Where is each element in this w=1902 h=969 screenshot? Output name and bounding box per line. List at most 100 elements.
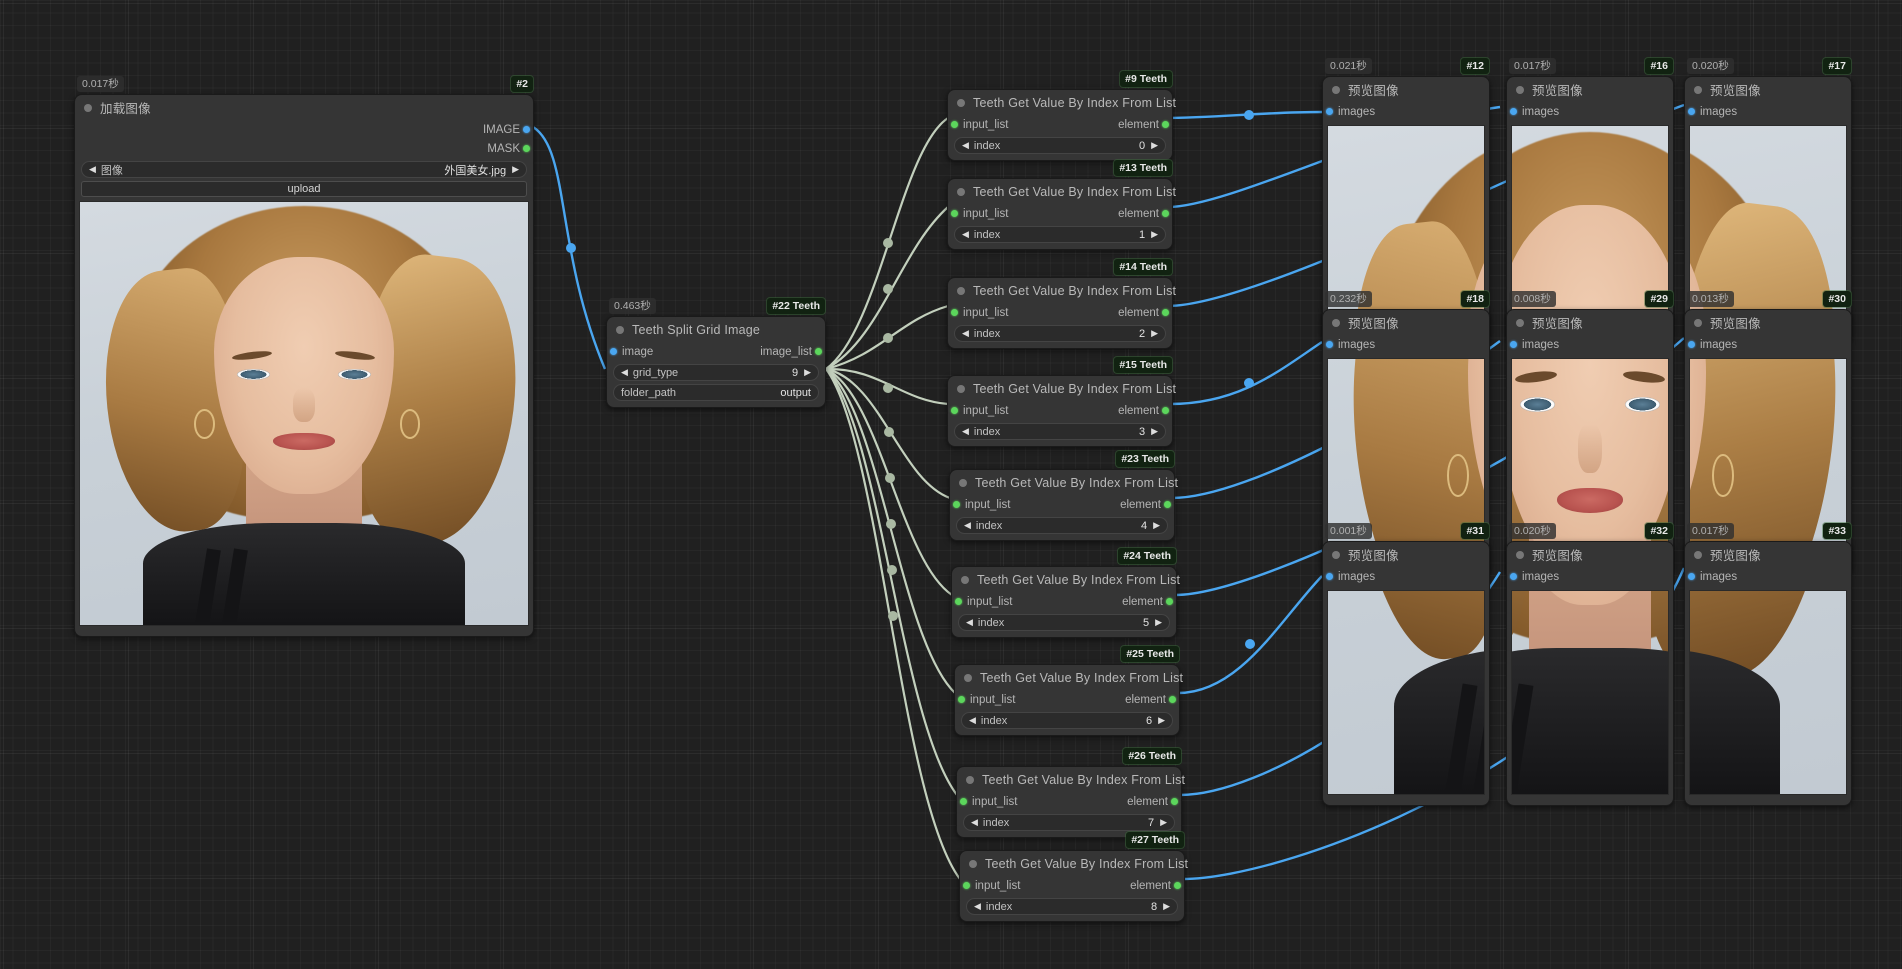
chevron-left-icon[interactable]: ◀ bbox=[974, 902, 981, 911]
collapse-dot-icon[interactable] bbox=[957, 98, 965, 107]
input-dot-list-icon[interactable] bbox=[955, 598, 962, 605]
output-dot-element-icon[interactable] bbox=[1162, 210, 1169, 217]
output-slot-image[interactable]: IMAGE bbox=[75, 120, 533, 139]
node-get-value-by-index[interactable]: #27 Teeth Teeth Get Value By Index From … bbox=[959, 832, 1188, 922]
chevron-right-icon[interactable]: ▶ bbox=[1151, 141, 1158, 150]
output-dot-element-icon[interactable] bbox=[1169, 696, 1176, 703]
collapse-dot-icon[interactable] bbox=[1516, 318, 1524, 327]
output-dot-element-icon[interactable] bbox=[1162, 309, 1169, 316]
node-get-value-by-index[interactable]: #23 Teeth Teeth Get Value By Index From … bbox=[949, 451, 1178, 541]
image-preview-tile[interactable] bbox=[1327, 590, 1485, 795]
slot-row-input-list[interactable]: input_list element bbox=[950, 495, 1174, 514]
collapse-dot-icon[interactable] bbox=[1694, 318, 1702, 327]
node-preview-image[interactable]: 0.017秒 #33 预览图像 images bbox=[1684, 523, 1852, 806]
chevron-left-icon[interactable]: ◀ bbox=[89, 165, 96, 174]
output-dot-element-icon[interactable] bbox=[1174, 882, 1181, 889]
input-dot-list-icon[interactable] bbox=[963, 882, 970, 889]
slot-row-images[interactable]: images bbox=[1323, 567, 1489, 586]
chevron-left-icon[interactable]: ◀ bbox=[621, 368, 628, 377]
widget-index[interactable]: ◀ index 5 ▶ bbox=[958, 614, 1170, 631]
collapse-dot-icon[interactable] bbox=[964, 673, 972, 682]
node-get-value-by-index[interactable]: #26 Teeth Teeth Get Value By Index From … bbox=[956, 748, 1185, 838]
input-dot-image-icon[interactable] bbox=[610, 348, 617, 355]
slot-row-input-list[interactable]: input_list element bbox=[957, 792, 1181, 811]
collapse-dot-icon[interactable] bbox=[957, 187, 965, 196]
collapse-dot-icon[interactable] bbox=[616, 325, 624, 334]
widget-index[interactable]: ◀ index 2 ▶ bbox=[954, 325, 1166, 342]
slot-row-input-list[interactable]: input_list element bbox=[948, 401, 1172, 420]
upload-button[interactable]: upload bbox=[81, 181, 527, 197]
widget-index[interactable]: ◀ index 1 ▶ bbox=[954, 226, 1166, 243]
collapse-dot-icon[interactable] bbox=[1516, 85, 1524, 94]
input-dot-list-icon[interactable] bbox=[953, 501, 960, 508]
collapse-dot-icon[interactable] bbox=[1332, 550, 1340, 559]
node-get-value-by-index[interactable]: #9 Teeth Teeth Get Value By Index From L… bbox=[947, 71, 1176, 161]
collapse-dot-icon[interactable] bbox=[959, 478, 967, 487]
widget-index[interactable]: ◀ index 4 ▶ bbox=[956, 517, 1168, 534]
input-dot-images-icon[interactable] bbox=[1510, 573, 1517, 580]
chevron-left-icon[interactable]: ◀ bbox=[962, 329, 969, 338]
widget-folder-path[interactable]: folder_path output bbox=[613, 384, 819, 401]
collapse-dot-icon[interactable] bbox=[1694, 85, 1702, 94]
collapse-dot-icon[interactable] bbox=[966, 775, 974, 784]
chevron-right-icon[interactable]: ▶ bbox=[804, 368, 811, 377]
widget-image-combo[interactable]: ◀ 图像 外国美女.jpg ▶ bbox=[81, 161, 527, 178]
widget-index[interactable]: ◀ index 3 ▶ bbox=[954, 423, 1166, 440]
output-dot-image-list-icon[interactable] bbox=[815, 348, 822, 355]
slot-row-input-list[interactable]: input_list element bbox=[952, 592, 1176, 611]
chevron-right-icon[interactable]: ▶ bbox=[1163, 902, 1170, 911]
output-dot-mask-icon[interactable] bbox=[523, 145, 530, 152]
node-split-grid-image[interactable]: 0.463秒 #22 Teeth Teeth Split Grid Image … bbox=[606, 298, 826, 408]
input-dot-images-icon[interactable] bbox=[1688, 573, 1695, 580]
slot-row-input-list[interactable]: input_list element bbox=[948, 204, 1172, 223]
widget-index[interactable]: ◀ index 8 ▶ bbox=[966, 898, 1178, 915]
collapse-dot-icon[interactable] bbox=[1332, 85, 1340, 94]
collapse-dot-icon[interactable] bbox=[957, 384, 965, 393]
slot-row-input-list[interactable]: input_list element bbox=[948, 303, 1172, 322]
slot-row-images[interactable]: images bbox=[1507, 335, 1673, 354]
slot-row-images[interactable]: images bbox=[1507, 567, 1673, 586]
input-dot-images-icon[interactable] bbox=[1688, 341, 1695, 348]
collapse-dot-icon[interactable] bbox=[969, 859, 977, 868]
chevron-right-icon[interactable]: ▶ bbox=[1151, 329, 1158, 338]
image-preview-tile[interactable] bbox=[1511, 590, 1669, 795]
node-get-value-by-index[interactable]: #13 Teeth Teeth Get Value By Index From … bbox=[947, 160, 1176, 250]
slot-row-input-list[interactable]: input_list element bbox=[960, 876, 1184, 895]
chevron-right-icon[interactable]: ▶ bbox=[1155, 618, 1162, 627]
node-preview-image[interactable]: 0.020秒 #32 预览图像 images bbox=[1506, 523, 1674, 806]
output-dot-element-icon[interactable] bbox=[1162, 121, 1169, 128]
chevron-left-icon[interactable]: ◀ bbox=[966, 618, 973, 627]
chevron-left-icon[interactable]: ◀ bbox=[962, 230, 969, 239]
collapse-dot-icon[interactable] bbox=[1516, 550, 1524, 559]
node-preview-image[interactable]: 0.001秒 #31 预览图像 images bbox=[1322, 523, 1490, 806]
chevron-right-icon[interactable]: ▶ bbox=[512, 165, 519, 174]
slot-row-images[interactable]: images bbox=[1685, 335, 1851, 354]
widget-index[interactable]: ◀ index 0 ▶ bbox=[954, 137, 1166, 154]
node-get-value-by-index[interactable]: #15 Teeth Teeth Get Value By Index From … bbox=[947, 357, 1176, 447]
input-dot-images-icon[interactable] bbox=[1510, 341, 1517, 348]
node-get-value-by-index[interactable]: #14 Teeth Teeth Get Value By Index From … bbox=[947, 259, 1176, 349]
input-dot-list-icon[interactable] bbox=[951, 210, 958, 217]
node-get-value-by-index[interactable]: #25 Teeth Teeth Get Value By Index From … bbox=[954, 646, 1183, 736]
input-dot-images-icon[interactable] bbox=[1326, 341, 1333, 348]
output-dot-element-icon[interactable] bbox=[1164, 501, 1171, 508]
output-dot-element-icon[interactable] bbox=[1171, 798, 1178, 805]
chevron-right-icon[interactable]: ▶ bbox=[1160, 818, 1167, 827]
image-preview-tile[interactable] bbox=[1689, 590, 1847, 795]
slot-row-images[interactable]: images bbox=[1507, 102, 1673, 121]
input-dot-list-icon[interactable] bbox=[951, 309, 958, 316]
input-dot-images-icon[interactable] bbox=[1326, 108, 1333, 115]
chevron-left-icon[interactable]: ◀ bbox=[969, 716, 976, 725]
node-load-image[interactable]: 0.017秒 #2 加载图像 IMAGE MASK ◀ 图像 外国美女.jpg … bbox=[74, 76, 534, 637]
slot-row-image[interactable]: image image_list bbox=[607, 342, 825, 361]
input-dot-list-icon[interactable] bbox=[960, 798, 967, 805]
widget-grid-type[interactable]: ◀ grid_type 9 ▶ bbox=[613, 364, 819, 381]
slot-row-images[interactable]: images bbox=[1685, 102, 1851, 121]
output-dot-element-icon[interactable] bbox=[1162, 407, 1169, 414]
input-dot-list-icon[interactable] bbox=[951, 121, 958, 128]
node-graph-canvas[interactable]: 0.017秒 #2 加载图像 IMAGE MASK ◀ 图像 外国美女.jpg … bbox=[0, 0, 1902, 969]
chevron-right-icon[interactable]: ▶ bbox=[1151, 230, 1158, 239]
chevron-left-icon[interactable]: ◀ bbox=[962, 141, 969, 150]
chevron-left-icon[interactable]: ◀ bbox=[962, 427, 969, 436]
slot-row-input-list[interactable]: input_list element bbox=[955, 690, 1179, 709]
